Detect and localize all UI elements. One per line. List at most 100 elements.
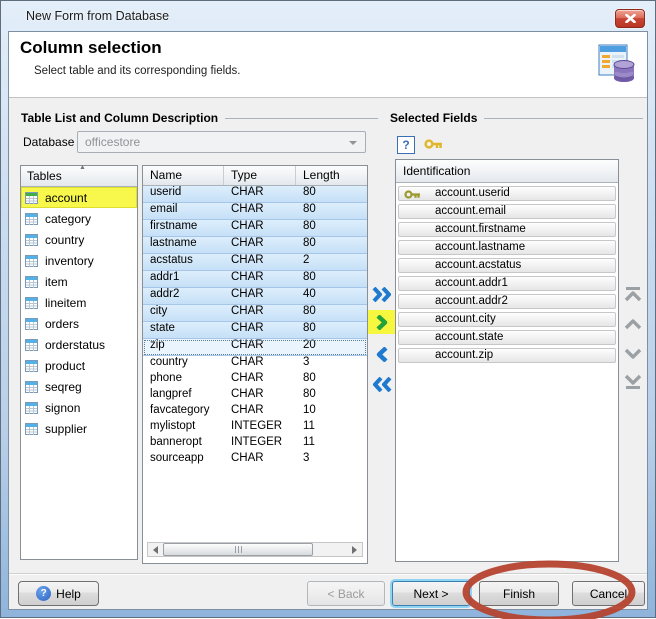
- selected-field-account.state[interactable]: account.state: [398, 330, 616, 345]
- column-row-userid[interactable]: useridCHAR80: [143, 186, 367, 203]
- selected-field-label: account.acstatus: [435, 259, 521, 271]
- table-item-category[interactable]: category: [21, 208, 137, 229]
- table-item-supplier[interactable]: supplier: [21, 418, 137, 439]
- column-cell: 80: [296, 203, 367, 219]
- tables-list-header[interactable]: Tables ▲: [21, 166, 137, 187]
- column-row-city[interactable]: cityCHAR80: [143, 305, 367, 322]
- column-row-state[interactable]: stateCHAR80: [143, 322, 367, 339]
- table-item-product[interactable]: product: [21, 355, 137, 376]
- table-item-signon[interactable]: signon: [21, 397, 137, 418]
- table-item-inventory[interactable]: inventory: [21, 250, 137, 271]
- columns-table-header-row[interactable]: Name Type Length: [143, 166, 367, 186]
- scroll-left-arrow-icon[interactable]: [148, 543, 163, 556]
- chevron-right-green-icon: [376, 315, 388, 330]
- finish-button[interactable]: Finish: [479, 581, 559, 606]
- column-row-addr1[interactable]: addr1CHAR80: [143, 271, 367, 288]
- table-item-label: item: [45, 275, 68, 289]
- table-item-country[interactable]: country: [21, 229, 137, 250]
- remove-field-button[interactable]: [368, 342, 396, 366]
- column-row-lastname[interactable]: lastnameCHAR80: [143, 237, 367, 254]
- move-down-button[interactable]: [622, 344, 644, 364]
- selected-field-account.addr1[interactable]: account.addr1: [398, 276, 616, 291]
- column-row-sourceapp[interactable]: sourceappCHAR3: [143, 452, 367, 468]
- column-row-country[interactable]: countryCHAR3: [143, 356, 367, 372]
- column-cell: 11: [296, 420, 367, 436]
- selected-field-account.lastname[interactable]: account.lastname: [398, 240, 616, 255]
- table-item-account[interactable]: account: [21, 187, 137, 208]
- remove-all-fields-button[interactable]: [368, 372, 396, 396]
- table-item-lineitem[interactable]: lineitem: [21, 292, 137, 313]
- column-header-name[interactable]: Name: [143, 166, 224, 185]
- column-row-favcategory[interactable]: favcategoryCHAR10: [143, 404, 367, 420]
- column-row-acstatus[interactable]: acstatusCHAR2: [143, 254, 367, 271]
- table-item-orderstatus[interactable]: orderstatus: [21, 334, 137, 355]
- column-cell: phone: [143, 372, 224, 388]
- scrollbar-thumb[interactable]: [163, 543, 313, 556]
- field-help-button[interactable]: ?: [397, 136, 415, 154]
- back-button[interactable]: < Back: [307, 581, 385, 606]
- next-button[interactable]: Next >: [392, 581, 470, 606]
- column-cell: CHAR: [224, 237, 296, 253]
- column-row-email[interactable]: emailCHAR80: [143, 203, 367, 220]
- title-bar[interactable]: New Form from Database: [2, 2, 654, 31]
- column-cell: 80: [296, 186, 367, 202]
- dialog-content: Column selection Select table and its co…: [8, 31, 648, 610]
- column-row-firstname[interactable]: firstnameCHAR80: [143, 220, 367, 237]
- add-all-fields-button[interactable]: [368, 282, 396, 306]
- selected-fields-list-header[interactable]: Identification: [396, 160, 618, 183]
- close-button[interactable]: [615, 9, 645, 28]
- column-header-length[interactable]: Length: [296, 166, 367, 185]
- selected-field-account.firstname[interactable]: account.firstname: [398, 222, 616, 237]
- column-row-phone[interactable]: phoneCHAR80: [143, 372, 367, 388]
- help-button[interactable]: ? Help: [18, 581, 99, 606]
- tables-header-label: Tables: [27, 169, 62, 183]
- selected-field-account.acstatus[interactable]: account.acstatus: [398, 258, 616, 273]
- table-item-item[interactable]: item: [21, 271, 137, 292]
- column-cell: 20: [296, 339, 367, 355]
- column-row-mylistopt[interactable]: mylistoptINTEGER11: [143, 420, 367, 436]
- group-divider-line: [225, 118, 378, 119]
- table-icon: [25, 423, 38, 435]
- column-cell: zip: [143, 339, 224, 355]
- column-row-banneropt[interactable]: banneroptINTEGER11: [143, 436, 367, 452]
- selected-field-account.userid[interactable]: account.userid: [398, 186, 616, 201]
- table-item-label: signon: [45, 401, 80, 415]
- column-row-langpref[interactable]: langprefCHAR80: [143, 388, 367, 404]
- wizard-header: Column selection Select table and its co…: [9, 32, 647, 98]
- table-item-label: orders: [45, 317, 79, 331]
- column-cell: CHAR: [224, 388, 296, 404]
- scroll-right-arrow-icon[interactable]: [347, 543, 362, 556]
- horizontal-scrollbar[interactable]: [147, 542, 363, 557]
- selected-field-account.city[interactable]: account.city: [398, 312, 616, 327]
- selected-field-account.addr2[interactable]: account.addr2: [398, 294, 616, 309]
- help-button-label: Help: [56, 587, 81, 601]
- database-combobox[interactable]: officestore: [77, 131, 366, 153]
- cancel-button[interactable]: Cancel: [572, 581, 645, 606]
- column-cell: CHAR: [224, 186, 296, 202]
- move-to-bottom-button[interactable]: [622, 372, 644, 392]
- table-item-orders[interactable]: orders: [21, 313, 137, 334]
- column-header-type[interactable]: Type: [224, 166, 296, 185]
- footer-divider: [9, 573, 647, 575]
- column-cell: banneropt: [143, 436, 224, 452]
- selected-field-label: account.addr2: [435, 295, 508, 307]
- table-icon: [25, 339, 38, 351]
- table-item-seqreg[interactable]: seqreg: [21, 376, 137, 397]
- table-item-label: product: [45, 359, 85, 373]
- add-field-button[interactable]: [368, 310, 396, 334]
- move-up-button[interactable]: [622, 314, 644, 334]
- scrollbar-track[interactable]: [163, 543, 347, 556]
- selected-field-account.zip[interactable]: account.zip: [398, 348, 616, 363]
- table-icon: [25, 318, 38, 330]
- key-icon[interactable]: [424, 138, 444, 153]
- column-row-addr2[interactable]: addr2CHAR40: [143, 288, 367, 305]
- move-to-top-button[interactable]: [622, 284, 644, 304]
- page-subtitle: Select table and its corresponding field…: [34, 65, 240, 77]
- column-cell: 80: [296, 271, 367, 287]
- table-icon: [25, 381, 38, 393]
- table-icon: [25, 402, 38, 414]
- column-cell: 80: [296, 388, 367, 404]
- chevron-down-icon: [349, 141, 357, 145]
- column-row-zip[interactable]: zipCHAR20: [143, 339, 367, 356]
- selected-field-account.email[interactable]: account.email: [398, 204, 616, 219]
